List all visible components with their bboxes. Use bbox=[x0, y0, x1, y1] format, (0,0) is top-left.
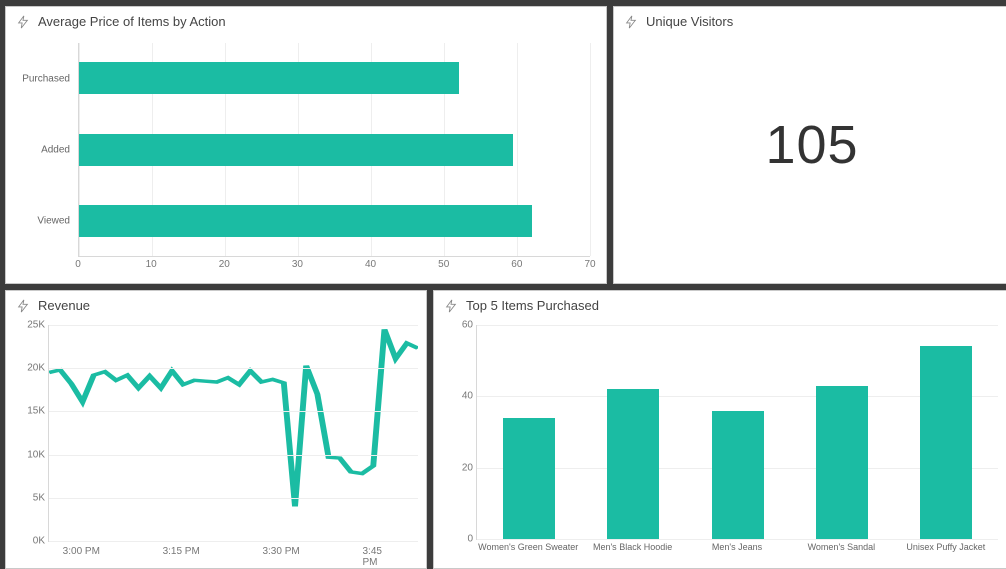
y-tick: 20 bbox=[462, 462, 473, 473]
panel-title-label: Average Price of Items by Action bbox=[38, 14, 226, 29]
x-tick: 3:15 PM bbox=[163, 546, 200, 557]
gridline bbox=[477, 539, 998, 540]
dashboard: Average Price of Items by Action Purchas… bbox=[0, 0, 1006, 563]
x-tick: 40 bbox=[365, 259, 376, 270]
gridline bbox=[49, 541, 418, 542]
x-tick: 10 bbox=[146, 259, 157, 270]
avg-price-x-axis: 010203040506070 bbox=[78, 259, 590, 273]
revenue-series-line bbox=[49, 329, 418, 506]
y-tick: 5K bbox=[33, 492, 45, 503]
panel-avg-price: Average Price of Items by Action Purchas… bbox=[5, 6, 607, 284]
y-tick: 40 bbox=[462, 391, 473, 402]
y-tick: 15K bbox=[27, 406, 45, 417]
unique-visitors-value: 105 bbox=[614, 7, 1006, 283]
x-tick: 50 bbox=[438, 259, 449, 270]
x-tick: 0 bbox=[75, 259, 81, 270]
y-tick: 60 bbox=[462, 320, 473, 331]
y-tick: 10K bbox=[27, 449, 45, 460]
avg-price-chart: Purchased Added Viewed bbox=[22, 43, 594, 257]
y-tick: 20K bbox=[27, 363, 45, 374]
bar-item bbox=[920, 346, 972, 539]
x-tick: Women's Green Sweater bbox=[478, 542, 578, 552]
bolt-icon bbox=[444, 299, 458, 313]
panel-title-label: Revenue bbox=[38, 298, 90, 313]
panel-title-label: Top 5 Items Purchased bbox=[466, 298, 599, 313]
gridline bbox=[49, 325, 418, 326]
x-tick: Men's Black Hoodie bbox=[593, 542, 672, 552]
panel-title-top5: Top 5 Items Purchased bbox=[434, 291, 1006, 317]
category-label: Purchased bbox=[22, 73, 74, 84]
gridline bbox=[590, 43, 591, 256]
bar-added bbox=[79, 134, 513, 166]
y-tick: 25K bbox=[27, 320, 45, 331]
revenue-chart: 0K5K10K15K20K25K bbox=[48, 325, 418, 542]
x-tick: 30 bbox=[292, 259, 303, 270]
category-label: Added bbox=[41, 145, 74, 156]
revenue-x-axis: 3:00 PM3:15 PM3:30 PM3:45 PM bbox=[48, 546, 418, 560]
bar-item bbox=[712, 411, 764, 539]
bar-item bbox=[607, 389, 659, 539]
top5-chart: 0204060 bbox=[476, 325, 998, 540]
bolt-icon bbox=[16, 299, 30, 313]
panel-revenue: Revenue 0K5K10K15K20K25K 3:00 PM3:15 PM3… bbox=[5, 290, 427, 569]
gridline bbox=[49, 411, 418, 412]
x-tick: Men's Jeans bbox=[712, 542, 762, 552]
gridline bbox=[49, 498, 418, 499]
y-tick: 0 bbox=[467, 534, 473, 545]
x-tick: 20 bbox=[219, 259, 230, 270]
x-tick: 70 bbox=[584, 259, 595, 270]
top5-x-axis: Women's Green Sweater Men's Black Hoodie M… bbox=[476, 542, 998, 560]
bar-viewed bbox=[79, 205, 532, 237]
x-tick: Unisex Puffy Jacket bbox=[906, 542, 985, 552]
bar-item bbox=[816, 386, 868, 539]
y-tick: 0K bbox=[33, 536, 45, 547]
bar-item bbox=[503, 418, 555, 539]
gridline bbox=[49, 368, 418, 369]
bar-purchased bbox=[79, 62, 459, 94]
gridline bbox=[477, 325, 998, 326]
bolt-icon bbox=[16, 15, 30, 29]
panel-top5: Top 5 Items Purchased 0204060 Women's Gr… bbox=[433, 290, 1006, 569]
panel-title-revenue: Revenue bbox=[6, 291, 426, 317]
x-tick: 3:30 PM bbox=[262, 546, 299, 557]
panel-unique-visitors: Unique Visitors 105 bbox=[613, 6, 1006, 284]
panel-title-avg-price: Average Price of Items by Action bbox=[6, 7, 606, 33]
gridline bbox=[49, 455, 418, 456]
x-tick: 3:00 PM bbox=[63, 546, 100, 557]
category-label: Viewed bbox=[37, 216, 74, 227]
x-tick: Women's Sandal bbox=[808, 542, 876, 552]
x-tick: 60 bbox=[511, 259, 522, 270]
x-tick: 3:45 PM bbox=[363, 546, 400, 568]
